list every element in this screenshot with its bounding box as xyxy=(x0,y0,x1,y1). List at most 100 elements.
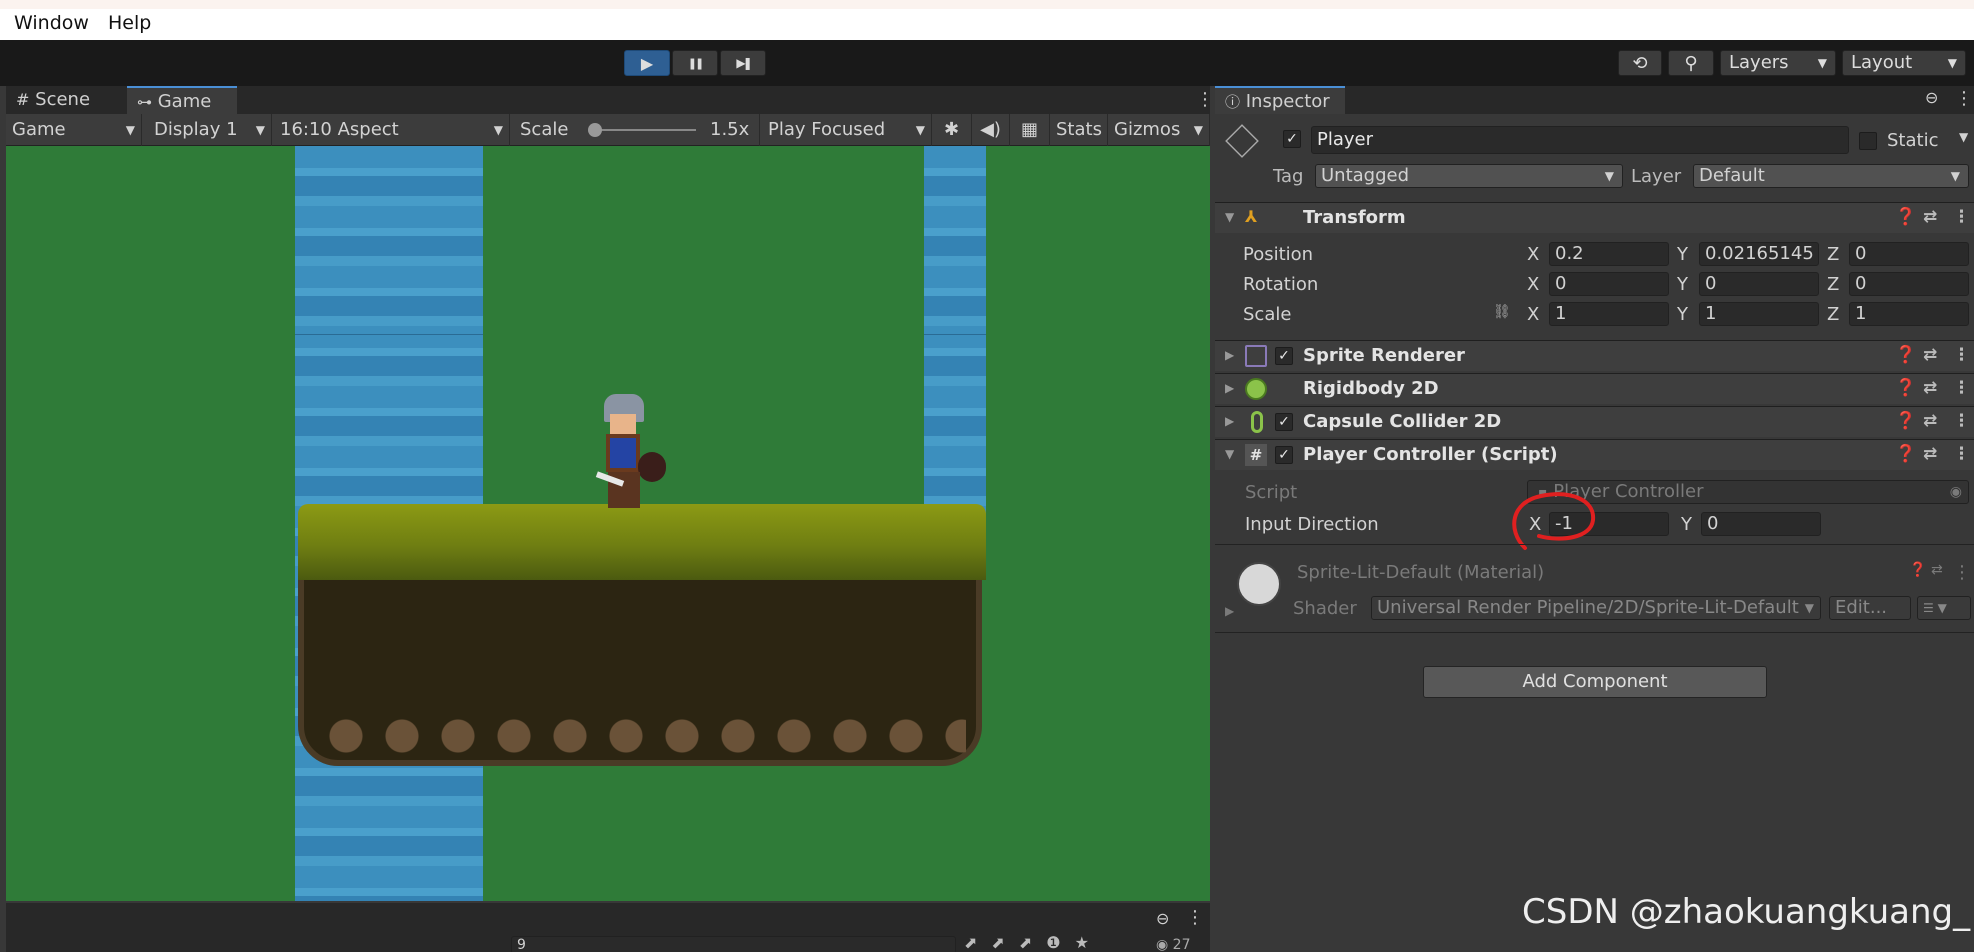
tag-dropdown[interactable]: Untagged ▼ xyxy=(1315,164,1623,188)
more-menu-icon[interactable]: ⋮ xyxy=(1953,207,1970,227)
preset-icon[interactable]: ⇄ xyxy=(1923,207,1937,227)
display-dropdown[interactable]: Display 1 ▼ xyxy=(148,114,272,146)
more-menu-icon[interactable]: ⋮ xyxy=(1955,88,1973,109)
preset-icon[interactable]: ⇄ xyxy=(1923,345,1937,365)
help-icon[interactable]: ❓ xyxy=(1895,207,1916,227)
help-icon[interactable]: ❓ xyxy=(1895,411,1916,431)
more-menu-icon[interactable]: ⋮ xyxy=(1186,907,1204,928)
position-x-field[interactable]: 0.2 xyxy=(1549,242,1669,266)
more-menu-icon[interactable]: ⋮ xyxy=(1953,378,1970,398)
active-checkbox[interactable]: ✓ xyxy=(1283,130,1301,148)
inspector-panel: ⓘ Inspector ⊖ ⋮ ✓ Player Static ▼ Tag Un… xyxy=(1215,86,1974,952)
tag-value: Untagged xyxy=(1321,165,1410,186)
play-button[interactable]: ▶ xyxy=(624,50,670,76)
stats-button[interactable]: Stats xyxy=(1050,114,1108,146)
scale-x-field[interactable]: 1 xyxy=(1549,302,1669,326)
game-mode-dropdown[interactable]: Game ▼ xyxy=(6,114,142,146)
preset-icon[interactable]: ⇄ xyxy=(1931,562,1943,578)
menu-help[interactable]: Help xyxy=(108,12,151,34)
player-controller-header[interactable]: ▼ # ✓ Player Controller (Script) ❓ ⇄ ⋮ xyxy=(1215,439,1974,470)
filter-icons[interactable]: ⬈⬈⬈❶★ xyxy=(964,933,1103,952)
shader-options-dropdown[interactable]: ☰ ▼ xyxy=(1917,596,1971,620)
lock-icon[interactable]: ⊖ xyxy=(1156,909,1169,928)
play-focused-dropdown[interactable]: Play Focused ▼ xyxy=(762,114,932,146)
count-value: 27 xyxy=(1172,937,1191,952)
island-grass xyxy=(298,504,986,580)
more-menu-icon[interactable]: ⋮ xyxy=(1186,86,1214,114)
game-mode-label: Game xyxy=(12,119,66,140)
rotation-x-field[interactable]: 0 xyxy=(1549,272,1669,296)
lock-icon[interactable]: ⊖ xyxy=(1925,88,1938,107)
static-checkbox[interactable] xyxy=(1859,132,1877,150)
shader-dropdown[interactable]: Universal Render Pipeline/2D/Sprite-Lit-… xyxy=(1371,596,1821,620)
search-input[interactable]: 9 xyxy=(511,936,956,952)
rigidbody2d-title: Rigidbody 2D xyxy=(1303,378,1439,399)
collapsed-triangle-icon[interactable]: ▶ xyxy=(1225,604,1234,618)
tab-game[interactable]: ⊶ Game xyxy=(127,86,237,114)
shader-label: Shader xyxy=(1293,598,1357,619)
speaker-icon[interactable]: ◀) xyxy=(972,114,1010,146)
bug-icon[interactable]: ✱ xyxy=(932,114,972,146)
position-z-value: 0 xyxy=(1855,243,1867,264)
more-menu-icon[interactable]: ⋮ xyxy=(1953,345,1970,365)
scale-slider-handle[interactable] xyxy=(588,123,602,137)
grid-icon[interactable]: ▦ xyxy=(1010,114,1050,146)
help-icon[interactable]: ❓ xyxy=(1895,378,1916,398)
divider xyxy=(1215,544,1974,545)
chevron-down-icon[interactable]: ▼ xyxy=(1959,130,1968,144)
step-icon: ▶❚ xyxy=(736,56,752,70)
sprite-renderer-header[interactable]: ▶ ✓ Sprite Renderer ❓ ⇄ ⋮ xyxy=(1215,340,1974,371)
object-name: Player xyxy=(1317,129,1374,150)
step-button[interactable]: ▶❚ xyxy=(720,50,766,76)
scale-slider[interactable] xyxy=(590,129,696,131)
player-controller-checkbox[interactable]: ✓ xyxy=(1275,446,1293,464)
game-view-toolbar: Game ▼ Display 1 ▼ 16:10 Aspect ▼ Scale 1.5… xyxy=(6,114,1210,146)
object-picker-icon[interactable]: ◉ xyxy=(1950,481,1962,503)
waterfall-right xyxy=(924,146,986,526)
history-button[interactable]: ⟲ xyxy=(1618,50,1662,76)
help-icon[interactable]: ❓ xyxy=(1895,345,1916,365)
sprite-renderer-checkbox[interactable]: ✓ xyxy=(1275,347,1293,365)
help-icon[interactable]: ❓ xyxy=(1909,562,1926,578)
add-component-label: Add Component xyxy=(1522,671,1668,692)
aspect-dropdown[interactable]: 16:10 Aspect ▼ xyxy=(274,114,510,146)
object-name-input[interactable]: Player xyxy=(1311,126,1849,154)
capsule-collider-checkbox[interactable]: ✓ xyxy=(1275,413,1293,431)
more-menu-icon[interactable]: ⋮ xyxy=(1953,444,1970,464)
scale-y-field[interactable]: 1 xyxy=(1699,302,1819,326)
player-sprite[interactable] xyxy=(582,394,674,514)
position-y-field[interactable]: 0.02165145 xyxy=(1699,242,1819,266)
rotation-z-field[interactable]: 0 xyxy=(1849,272,1969,296)
sprite-renderer-title: Sprite Renderer xyxy=(1303,345,1465,366)
edit-shader-button[interactable]: Edit... xyxy=(1829,596,1911,620)
input-direction-y-field[interactable]: 0 xyxy=(1701,512,1821,536)
scale-z-field[interactable]: 1 xyxy=(1849,302,1969,326)
help-icon[interactable]: ❓ xyxy=(1895,444,1916,464)
more-menu-icon[interactable]: ⋮ xyxy=(1953,411,1970,431)
more-menu-icon[interactable]: ⋮ xyxy=(1953,562,1971,583)
search-button[interactable]: ⚲ xyxy=(1668,50,1714,76)
layout-dropdown[interactable]: Layout ▼ xyxy=(1842,50,1966,76)
layer-dropdown[interactable]: Default ▼ xyxy=(1693,164,1969,188)
game-view[interactable] xyxy=(6,146,1210,901)
preset-icon[interactable]: ⇄ xyxy=(1923,411,1937,431)
add-component-button[interactable]: Add Component xyxy=(1423,666,1767,698)
pause-button[interactable]: ❚❚ xyxy=(672,50,718,76)
menu-window[interactable]: Window xyxy=(14,12,89,34)
collapsed-triangle-icon: ▶ xyxy=(1225,414,1235,428)
tab-scene[interactable]: # Scene xyxy=(6,86,126,114)
preset-icon[interactable]: ⇄ xyxy=(1923,444,1937,464)
link-icon[interactable]: ⛓ xyxy=(1493,304,1511,320)
position-z-field[interactable]: 0 xyxy=(1849,242,1969,266)
capsule-collider2d-header[interactable]: ▶ ✓ Capsule Collider 2D ❓ ⇄ ⋮ xyxy=(1215,406,1974,437)
layers-dropdown[interactable]: Layers ▼ xyxy=(1720,50,1836,76)
rigidbody2d-header[interactable]: ▶ Rigidbody 2D ❓ ⇄ ⋮ xyxy=(1215,373,1974,404)
tab-inspector[interactable]: ⓘ Inspector xyxy=(1215,86,1345,114)
transform-component-header[interactable]: ▼ ⅄ Transform ❓ ⇄ ⋮ xyxy=(1215,202,1974,233)
search-icon: ⚲ xyxy=(1684,52,1698,74)
player-controller-title: Player Controller (Script) xyxy=(1303,444,1558,465)
gizmos-dropdown[interactable]: Gizmos ▼ xyxy=(1108,114,1210,146)
preset-icon[interactable]: ⇄ xyxy=(1923,378,1937,398)
axis-z-label: Z xyxy=(1827,244,1840,265)
rotation-y-field[interactable]: 0 xyxy=(1699,272,1819,296)
